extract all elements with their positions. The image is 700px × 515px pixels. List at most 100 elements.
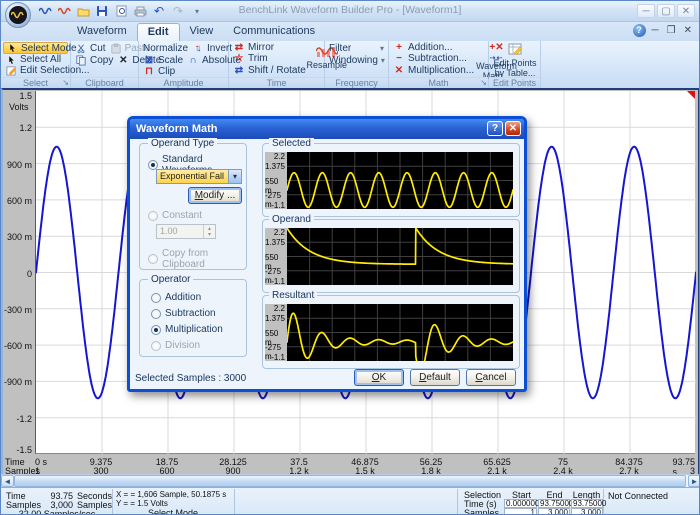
- filter-button[interactable]: Filter ▾: [327, 42, 386, 54]
- clip-button[interactable]: ⊓ Clip: [141, 66, 226, 77]
- math-dialog-launcher[interactable]: ↘: [480, 77, 487, 88]
- operand-plot-y-axis: 2.2 1.375 550 m -275 m -1.1: [264, 228, 287, 286]
- status-panel-time: Time 93.75 Seconds Samples 3,000 Samples…: [3, 489, 113, 514]
- selection-samples-end-field[interactable]: 3,000: [538, 508, 570, 514]
- selection-samples-start-field[interactable]: 1: [504, 508, 537, 514]
- main-y-tick-label: 0: [26, 268, 32, 279]
- minimize-button[interactable]: ─: [637, 4, 655, 18]
- radio-multiplication[interactable]: Multiplication: [151, 324, 223, 335]
- plus-icon: +: [396, 42, 402, 54]
- main-y-tick-label: -300 m: [3, 304, 32, 315]
- trim-button[interactable]: ☆ Trim: [231, 53, 308, 64]
- status-panel-cursor: X = = 1,606 Sample, 50.1875 s Y = = 1.5 …: [113, 489, 235, 514]
- main-chart-x-axis: Time Samples 0 s 9.375 18.75 28.125 37.5 46.8…: [3, 456, 698, 486]
- normalize-button[interactable]: Normalize: [141, 42, 190, 54]
- selection-time-start-field[interactable]: 0.000000: [504, 499, 539, 508]
- ribbon-group-time: ⇄ Mirror ☆ Trim ⇄ Shift / Rotate Resampl…: [229, 41, 347, 88]
- maximize-button[interactable]: ▢: [657, 4, 675, 18]
- edit-selection-button[interactable]: Edit Selection...: [3, 65, 89, 76]
- invert-button[interactable]: ↑ ↓ Invert: [190, 42, 234, 54]
- dialog-help-icon[interactable]: ?: [487, 121, 503, 136]
- edit-selection-icon: [5, 65, 17, 76]
- ribbon-group-math: + Addition... − Subtraction... ✕ Multipl…: [389, 41, 517, 88]
- resultant-plot-group: Resultant 2.2 1.375 550 m -275 m -1.1: [262, 290, 520, 374]
- shift-rotate-icon: ⇄: [234, 64, 244, 76]
- new-waveform-icon[interactable]: [37, 3, 53, 19]
- undo-icon[interactable]: ↶: [151, 3, 167, 19]
- mirror-button[interactable]: ⇄ Mirror: [231, 42, 308, 53]
- document-minimize-button[interactable]: ─: [650, 24, 661, 37]
- combo-dropdown-icon[interactable]: ▾: [228, 170, 241, 183]
- ribbon-tab-row: Waveform Edit View Communications ? ─ ❐ …: [1, 22, 699, 41]
- selected-y-tick-label: -1.1: [271, 201, 285, 210]
- default-button[interactable]: Default: [410, 369, 460, 386]
- shift-rotate-button[interactable]: ⇄ Shift / Rotate: [231, 65, 308, 76]
- scroll-left-icon[interactable]: ◄: [1, 475, 14, 487]
- print-icon[interactable]: [132, 3, 148, 19]
- tab-edit[interactable]: Edit: [136, 23, 180, 41]
- multiplication-button[interactable]: ✕ Multiplication...: [391, 65, 476, 76]
- main-y-tick-label: -1.5: [16, 445, 32, 455]
- operand-y-tick-label: -1.1: [271, 277, 285, 286]
- connection-status: Not Connected: [608, 491, 669, 501]
- cancel-button[interactable]: Cancel: [466, 369, 516, 386]
- scroll-right-icon[interactable]: ►: [688, 475, 699, 487]
- modify-button[interactable]: Modify ...: [188, 187, 242, 204]
- main-chart-y-axis: 1.5 1.2 900 m 600 m 300 m 0 -300 m -600 m -900 m…: [3, 91, 34, 455]
- document-close-button[interactable]: ✕: [682, 24, 694, 37]
- selection-time-length-field[interactable]: 93.75000: [571, 499, 606, 508]
- status-panel-connection: Not Connected: [604, 489, 699, 514]
- invert-icon: ↑ ↓: [194, 42, 202, 54]
- open-folder-icon[interactable]: [75, 3, 91, 19]
- app-logo-icon: [9, 6, 27, 24]
- main-y-tick-label: 900 m: [6, 159, 32, 170]
- constant-value-spinner: 1.00 ▴ ▾: [156, 224, 216, 239]
- cut-button[interactable]: Cut: [73, 42, 108, 54]
- main-y-tick-label: -1.2: [16, 413, 32, 424]
- print-preview-icon[interactable]: [113, 3, 129, 19]
- waveform-type-combo[interactable]: Exponential Fall ▾: [156, 169, 242, 184]
- cursor-icon: [5, 55, 17, 65]
- selected-y-tick-label: 2.2: [273, 152, 285, 161]
- resultant-y-tick-label: 2.2: [273, 304, 285, 313]
- scrollbar-thumb[interactable]: [14, 475, 686, 487]
- copy-button[interactable]: Copy: [73, 54, 115, 66]
- open-waveform-icon[interactable]: [56, 3, 72, 19]
- select-dialog-launcher[interactable]: ↘: [62, 77, 69, 88]
- minus-icon: −: [396, 53, 402, 65]
- selection-time-end-field[interactable]: 93.75000: [538, 499, 573, 508]
- tab-view[interactable]: View: [180, 23, 224, 41]
- close-button[interactable]: ✕: [677, 4, 695, 18]
- radio-subtraction[interactable]: Subtraction: [151, 308, 216, 319]
- qat-customize-icon[interactable]: ▾: [189, 3, 205, 19]
- radio-addition[interactable]: Addition: [151, 292, 201, 303]
- edit-points-by-table-button[interactable]: Edit Points by Table...: [491, 42, 539, 78]
- tab-communications[interactable]: Communications: [223, 23, 325, 41]
- subtraction-button[interactable]: − Subtraction...: [391, 53, 476, 64]
- scale-button[interactable]: ⊠ Scale: [141, 54, 185, 66]
- help-icon[interactable]: ?: [632, 24, 646, 37]
- trim-icon: ☆: [234, 53, 244, 65]
- radio-icon: [151, 308, 161, 319]
- selected-plot-y-axis: 2.2 1.375 550 m -275 m -1.1: [265, 152, 287, 210]
- tab-waveform[interactable]: Waveform: [67, 23, 137, 41]
- select-all-button[interactable]: Select All: [3, 54, 68, 65]
- select-mode-button[interactable]: Select Mode: [3, 42, 77, 54]
- selected-plot-group: Selected 2.2 1.375 550 m -275 m -1.1: [262, 138, 520, 217]
- app-window: ↶ ↷ ▾ BenchLink Waveform Builder Pro - […: [0, 0, 700, 515]
- clip-icon: ⊓: [145, 66, 153, 77]
- dialog-close-icon[interactable]: ✕: [505, 121, 521, 136]
- windowing-button[interactable]: Windowing ▾: [327, 54, 386, 66]
- document-restore-button[interactable]: ❐: [665, 24, 678, 37]
- app-menu-button[interactable]: [5, 2, 31, 28]
- ok-button[interactable]: OK: [354, 369, 404, 386]
- plot-corner-marker-icon: [687, 91, 695, 99]
- chevron-down-icon: ▾: [380, 55, 385, 65]
- clipboard-icon: [110, 43, 122, 54]
- operand-y-tick-label: 1.375: [264, 238, 285, 248]
- addition-button[interactable]: + Addition...: [391, 42, 476, 53]
- save-icon[interactable]: [94, 3, 110, 19]
- dialog-titlebar[interactable]: Waveform Math ? ✕: [130, 119, 524, 139]
- selection-samples-length-field[interactable]: 3,000: [571, 508, 603, 514]
- cursor-icon: [6, 43, 18, 53]
